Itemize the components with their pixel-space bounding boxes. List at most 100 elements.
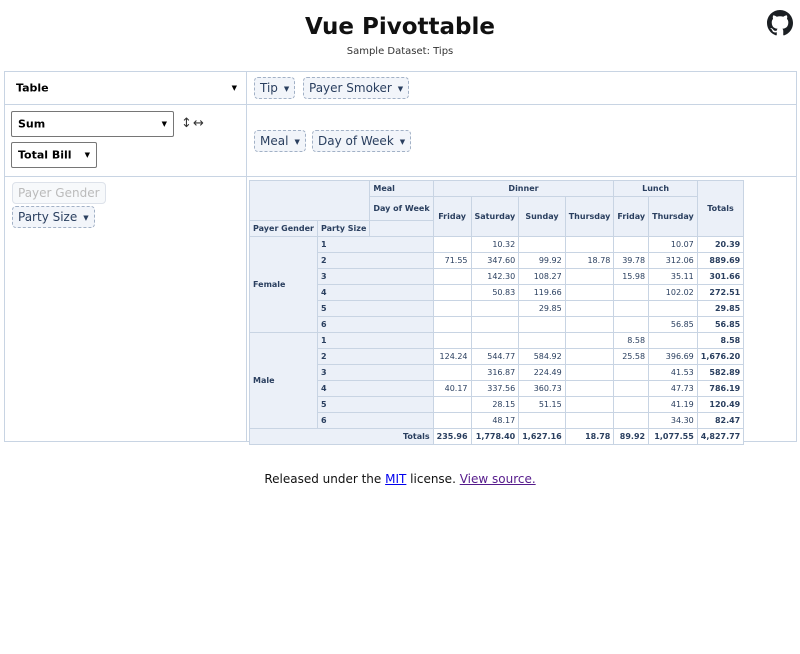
table-row: 5 28.15 51.15 41.19 120.49 bbox=[250, 396, 745, 413]
table-cell bbox=[564, 348, 615, 365]
table-cell bbox=[564, 412, 615, 429]
aggregator-attr-select[interactable]: Total Bill ▼ bbox=[11, 142, 97, 168]
table-cell bbox=[518, 412, 566, 429]
attr-pill-label: Party Size bbox=[18, 210, 78, 224]
table-cell bbox=[518, 236, 566, 253]
row-attr-spacer bbox=[369, 220, 434, 237]
col-order-icon[interactable]: ↔ bbox=[193, 116, 204, 131]
row-total-cell: 301.66 bbox=[696, 268, 745, 285]
col-header-day: Thursday bbox=[564, 196, 615, 237]
col-header-day: Saturday bbox=[470, 196, 520, 237]
table-cell: 47.73 bbox=[648, 380, 698, 397]
table-row: Female 1 10.32 10.07 20.39 bbox=[249, 236, 745, 333]
chevron-down-icon[interactable]: ▼ bbox=[83, 214, 88, 222]
table-cell: 29.85 bbox=[518, 300, 566, 317]
table-cell: 18.78 bbox=[564, 252, 615, 269]
table-row: 3 316.87 224.49 41.53 582.89 bbox=[250, 364, 745, 381]
row-order-icon[interactable]: ↕ bbox=[181, 116, 192, 131]
pivot-corner bbox=[248, 180, 371, 221]
table-cell: 119.66 bbox=[518, 284, 566, 301]
table-cell: 108.27 bbox=[518, 268, 566, 285]
table-cell: 316.87 bbox=[470, 364, 520, 381]
view-source-link[interactable]: View source. bbox=[460, 472, 536, 486]
row-total-cell: 8.58 bbox=[696, 332, 745, 349]
row-header-size: 4 bbox=[316, 284, 434, 301]
table-cell: 224.49 bbox=[518, 364, 566, 381]
col-header-day: Friday bbox=[432, 196, 472, 237]
table-cell bbox=[613, 236, 650, 253]
row-total-cell: 29.85 bbox=[696, 300, 745, 317]
table-row: Male 1 8.58 8.58 bbox=[249, 332, 745, 429]
table-cell: 360.73 bbox=[518, 380, 566, 397]
footer-text: license. bbox=[406, 472, 460, 486]
row-header-gender: Female bbox=[249, 236, 318, 333]
row-attr-pill-payer-gender[interactable]: Payer Gender bbox=[12, 182, 106, 204]
table-cell bbox=[613, 364, 650, 381]
page-title: Vue Pivottable bbox=[305, 14, 495, 40]
chevron-down-icon[interactable]: ▼ bbox=[294, 138, 299, 146]
table-cell bbox=[518, 332, 566, 349]
table-cell bbox=[648, 300, 698, 317]
mit-link[interactable]: MIT bbox=[385, 472, 406, 486]
page-subtitle: Sample Dataset: Tips bbox=[346, 46, 454, 57]
attr-pill-label: Payer Gender bbox=[18, 186, 100, 200]
row-header-size: 6 bbox=[316, 412, 434, 429]
aggregator-select[interactable]: Sum ▼ bbox=[11, 111, 174, 137]
table-cell bbox=[613, 300, 650, 317]
table-row: 4 50.83 119.66 102.02 272.51 bbox=[250, 284, 745, 301]
table-row: 6 48.17 34.30 82.47 bbox=[250, 412, 745, 429]
row-attr-pill-party-size[interactable]: Party Size ▼ bbox=[12, 206, 95, 228]
table-cell: 347.60 bbox=[470, 252, 520, 269]
table-cell bbox=[432, 364, 472, 381]
col-attr-pill-day-of-week[interactable]: Day of Week ▼ bbox=[312, 130, 412, 152]
row-header-size: 4 bbox=[316, 380, 434, 397]
col-totals-header: Totals bbox=[696, 180, 745, 237]
table-cell bbox=[564, 316, 615, 333]
aggregator-attr-value: Total Bill bbox=[18, 148, 72, 162]
table-cell: 312.06 bbox=[648, 252, 698, 269]
attr-pill-payer-smoker[interactable]: Payer Smoker ▼ bbox=[303, 77, 410, 99]
row-total-cell: 120.49 bbox=[696, 396, 745, 413]
col-header-day: Sunday bbox=[518, 196, 566, 237]
chevron-down-icon[interactable]: ▼ bbox=[400, 138, 405, 146]
col-header-meal: Lunch bbox=[613, 180, 698, 197]
table-cell bbox=[564, 396, 615, 413]
table-cell bbox=[564, 364, 615, 381]
totals-row: Totals 235.96 1,778.40 1,627.16 18.78 89.92 1,… bbox=[249, 428, 745, 445]
table-cell: 142.30 bbox=[470, 268, 520, 285]
row-header-size: 6 bbox=[316, 316, 434, 333]
table-cell: 28.15 bbox=[470, 396, 520, 413]
table-cell: 124.24 bbox=[432, 348, 472, 365]
attr-pill-tip[interactable]: Tip ▼ bbox=[254, 77, 296, 99]
footer: Released under the MIT license. View sou… bbox=[0, 472, 800, 486]
table-cell bbox=[564, 332, 615, 349]
chevron-down-icon[interactable]: ▼ bbox=[284, 85, 289, 93]
table-cell: 35.11 bbox=[648, 268, 698, 285]
attr-pill-label: Tip bbox=[260, 81, 278, 95]
table-cell: 544.77 bbox=[470, 348, 520, 365]
row-attr-label: Payer Gender bbox=[249, 220, 318, 237]
table-cell: 41.53 bbox=[648, 364, 698, 381]
chevron-down-icon[interactable]: ▼ bbox=[398, 85, 403, 93]
table-cell: 337.56 bbox=[470, 380, 520, 397]
table-cell: 10.32 bbox=[470, 236, 520, 253]
col-total-cell: 235.96 bbox=[432, 428, 472, 445]
table-cell: 25.58 bbox=[613, 348, 650, 365]
renderer-select[interactable]: Table ▼ bbox=[10, 77, 243, 99]
table-cell bbox=[432, 412, 472, 429]
table-cell bbox=[470, 300, 520, 317]
table-cell: 71.55 bbox=[432, 252, 472, 269]
attr-pill-label: Payer Smoker bbox=[309, 81, 392, 95]
table-cell: 39.78 bbox=[613, 252, 650, 269]
row-total-cell: 1,676.20 bbox=[696, 348, 745, 365]
github-icon[interactable] bbox=[767, 10, 793, 36]
row-header-size: 2 bbox=[316, 348, 434, 365]
col-attr-label: Meal bbox=[369, 180, 434, 197]
table-cell: 396.69 bbox=[648, 348, 698, 365]
aggregator-value: Sum bbox=[18, 117, 46, 131]
table-cell bbox=[432, 396, 472, 413]
col-total-cell: 18.78 bbox=[564, 428, 615, 445]
table-cell bbox=[470, 316, 520, 333]
col-attr-pill-meal[interactable]: Meal ▼ bbox=[254, 130, 306, 152]
table-cell bbox=[432, 316, 472, 333]
